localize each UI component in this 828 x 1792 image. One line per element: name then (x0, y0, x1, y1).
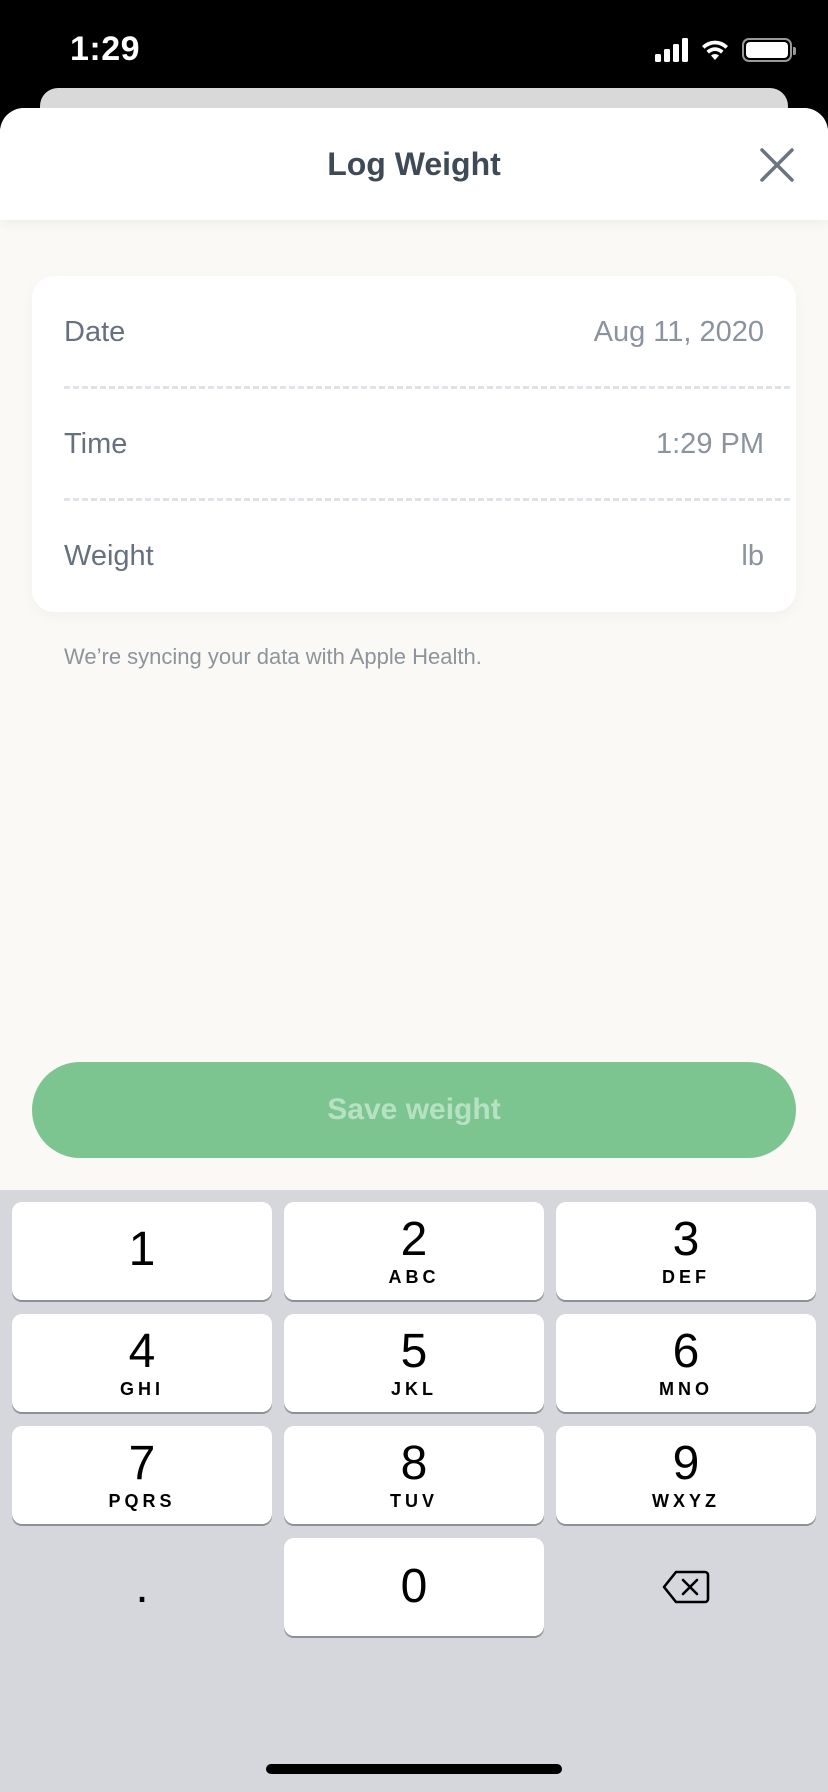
key-digit: 6 (672, 1324, 700, 1378)
key-letters: TUV (390, 1490, 438, 1511)
date-label: Date (64, 316, 126, 348)
key-digit: 5 (400, 1324, 428, 1378)
time-value[interactable]: 1:29 PM (656, 428, 764, 461)
key-5[interactable]: 5 JKL (284, 1314, 544, 1412)
battery-icon (742, 38, 796, 62)
save-weight-label: Save weight (327, 1093, 501, 1126)
home-indicator[interactable] (266, 1764, 562, 1774)
key-8[interactable]: 8 TUV (284, 1426, 544, 1524)
date-row[interactable]: Date Aug 11, 2020 (64, 276, 764, 388)
key-letters: PQRS (108, 1490, 176, 1511)
key-decimal[interactable]: . (12, 1538, 272, 1636)
save-weight-button[interactable]: Save weight (32, 1062, 796, 1158)
status-icons (655, 36, 796, 64)
key-letters: DEF (662, 1266, 710, 1287)
close-icon[interactable] (754, 142, 800, 188)
key-digit: 8 (400, 1436, 428, 1490)
modal-title: Log Weight (327, 146, 501, 182)
key-digit: 4 (128, 1324, 156, 1378)
key-letters: MNO (659, 1378, 713, 1399)
entry-card: Date Aug 11, 2020 Time 1:29 PM Weight lb (32, 276, 796, 612)
weight-label: Weight (64, 540, 154, 572)
key-3[interactable]: 3 DEF (556, 1202, 816, 1300)
key-letters: GHI (119, 1378, 164, 1399)
key-digit: 2 (400, 1212, 428, 1266)
key-digit: 0 (400, 1560, 428, 1613)
key-4[interactable]: 4 GHI (12, 1314, 272, 1412)
key-9[interactable]: 9 WXYZ (556, 1426, 816, 1524)
key-2[interactable]: 2 ABC (284, 1202, 544, 1300)
key-0[interactable]: 0 (284, 1538, 544, 1636)
time-row[interactable]: Time 1:29 PM (64, 388, 764, 500)
status-time: 1:29 (70, 30, 141, 68)
key-digit: 9 (672, 1436, 700, 1490)
key-letters: WXYZ (652, 1490, 720, 1511)
key-digit: 1 (128, 1223, 156, 1276)
key-1[interactable]: 1 (12, 1202, 272, 1300)
cellular-signal-icon (655, 38, 688, 62)
wifi-icon (702, 40, 728, 60)
key-digit: 3 (672, 1212, 700, 1266)
key-letters: ABC (388, 1266, 440, 1287)
weight-row[interactable]: Weight lb (64, 500, 764, 612)
key-7[interactable]: 7 PQRS (12, 1426, 272, 1524)
date-value[interactable]: Aug 11, 2020 (594, 316, 764, 349)
key-digit: . (135, 1560, 149, 1613)
key-letters: JKL (390, 1378, 437, 1399)
key-backspace[interactable] (556, 1538, 816, 1636)
numeric-keypad: 1 2 ABC 3 DEF 4 GHI 5 JKL 6 MNO 7 PQRS 8… (0, 1190, 828, 1792)
time-label: Time (64, 428, 128, 460)
delete-backspace-icon (662, 1570, 710, 1604)
weight-unit[interactable]: lb (741, 540, 764, 573)
sync-note: We’re syncing your data with Apple Healt… (64, 644, 482, 669)
status-bar: 1:29 (0, 0, 828, 100)
key-digit: 7 (128, 1436, 156, 1490)
key-6[interactable]: 6 MNO (556, 1314, 816, 1412)
modal-header: Log Weight (0, 108, 828, 220)
